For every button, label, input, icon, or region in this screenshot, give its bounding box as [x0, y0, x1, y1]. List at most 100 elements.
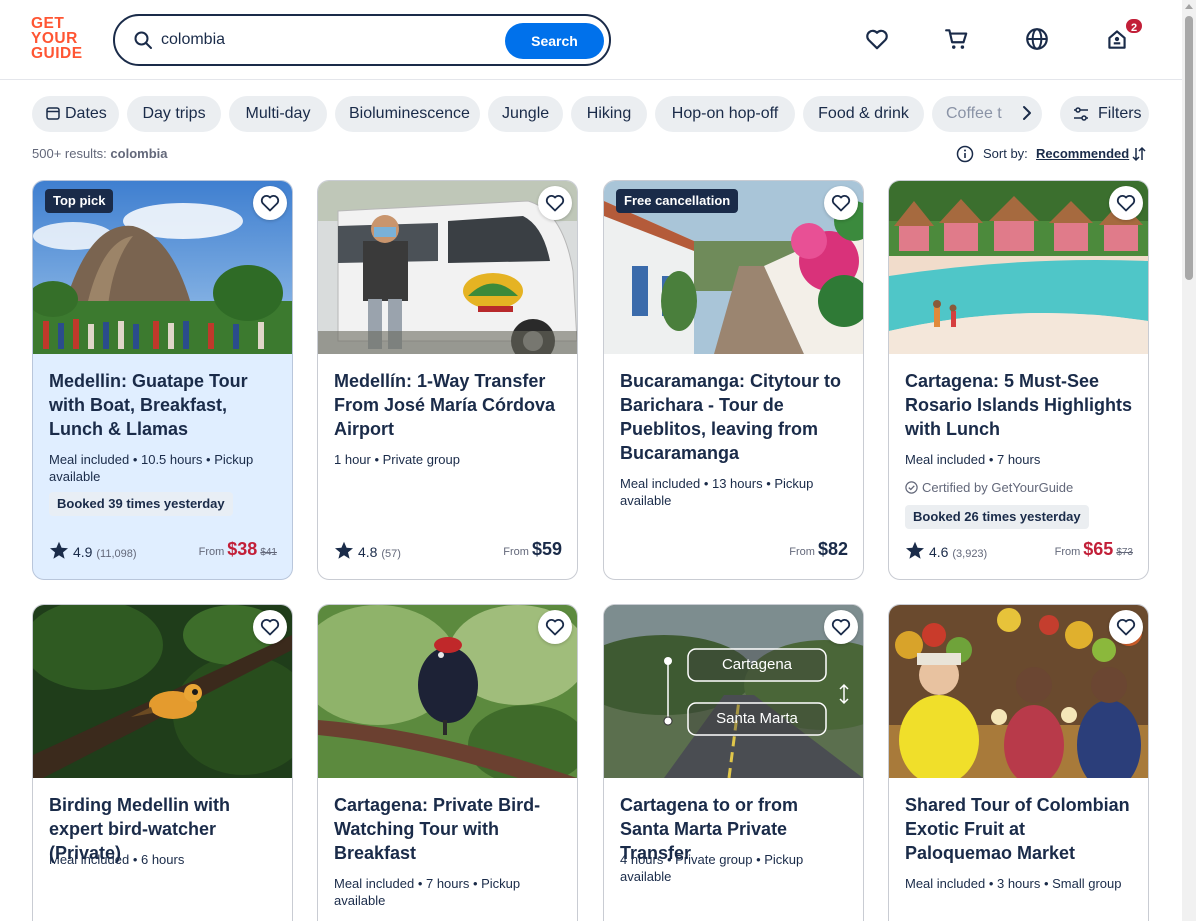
price: From $59 — [503, 539, 562, 560]
wishlist-button[interactable] — [253, 186, 287, 220]
price-amount: $82 — [817, 539, 848, 559]
site-header: GET YOUR GUIDE Search 2 — [0, 0, 1182, 80]
chevron-right-icon[interactable] — [1018, 104, 1036, 122]
sort-arrows-icon[interactable] — [1131, 146, 1147, 162]
heart-icon — [545, 619, 565, 636]
review-count: (11,098) — [96, 548, 137, 560]
scrollbar-thumb[interactable] — [1185, 16, 1193, 280]
price-from-label: From — [1054, 546, 1081, 558]
chip-dates[interactable]: Dates — [32, 96, 119, 132]
wishlist-button[interactable] — [253, 610, 287, 644]
search-icon — [134, 31, 152, 49]
certified-label: Certified by GetYourGuide — [905, 480, 1073, 495]
old-price: $41 — [260, 547, 277, 558]
booked-yesterday-badge: Booked 26 times yesterday — [905, 505, 1089, 529]
activity-card[interactable]: Top pick Medellin: Guatape Tour with Boa… — [32, 180, 293, 580]
activity-title[interactable]: Medellín: 1-Way Transfer From José María… — [334, 369, 566, 441]
sort-control[interactable]: Sort by: Recommended — [956, 144, 1150, 164]
heart-icon — [831, 619, 851, 636]
activity-card[interactable]: Birding Medellin with expert bird-watche… — [32, 604, 293, 921]
wishlist-button[interactable] — [538, 610, 572, 644]
activity-card[interactable]: Shared Tour of Colombian Exotic Fruit at… — [888, 604, 1149, 921]
heart-icon — [545, 195, 565, 212]
info-icon[interactable] — [956, 145, 974, 163]
chip-day-trips[interactable]: Day trips — [127, 96, 221, 132]
filters-button[interactable]: Filters — [1060, 96, 1149, 132]
certified-text: Certified by GetYourGuide — [922, 480, 1074, 495]
logo-line-2: YOUR — [31, 30, 78, 47]
heart-icon — [1116, 619, 1136, 636]
activity-card[interactable]: Cartagena: Private Bird-Watching Tour wi… — [317, 604, 578, 921]
star-icon — [335, 541, 353, 559]
activity-card[interactable]: Cartagena Santa Marta Cartagena to or fr… — [603, 604, 864, 921]
chip-food-drink[interactable]: Food & drink — [803, 96, 924, 132]
price: From $82 — [789, 539, 848, 560]
activity-title[interactable]: Cartagena: 5 Must-See Rosario Islands Hi… — [905, 369, 1137, 441]
wishlist-button[interactable] — [824, 186, 858, 220]
chip-bioluminescence[interactable]: Bioluminescence — [335, 96, 480, 132]
wishlist-button[interactable] — [1109, 186, 1143, 220]
price-amount: $38 — [227, 539, 258, 559]
page-scrollbar[interactable] — [1182, 0, 1196, 921]
activity-details: Meal included • 7 hours — [905, 452, 1041, 467]
chip-hop-on-hop-off[interactable]: Hop-on hop-off — [655, 96, 795, 132]
review-count: (57) — [381, 548, 401, 560]
rating-value: 4.8 — [358, 544, 378, 560]
cart-icon[interactable] — [944, 26, 970, 52]
heart-icon — [831, 195, 851, 212]
activity-card[interactable]: Medellín: 1-Way Transfer From José María… — [317, 180, 578, 580]
activity-title[interactable]: Bucaramanga: Citytour to Barichara - Tou… — [620, 369, 852, 465]
chip-jungle[interactable]: Jungle — [488, 96, 563, 132]
activity-details: Meal included • 3 hours • Small group — [905, 876, 1122, 891]
results-query: colombia — [110, 146, 168, 161]
chip-label: Dates — [65, 105, 107, 122]
calendar-icon — [46, 107, 60, 120]
search-input[interactable] — [161, 26, 501, 54]
route-destination-label: Santa Marta — [716, 710, 798, 727]
notification-badge: 2 — [1124, 17, 1144, 35]
star-icon — [906, 541, 924, 559]
price: From $65 $73 — [1055, 539, 1133, 560]
top-pick-tag: Top pick — [45, 189, 114, 213]
activity-details: Meal included • 6 hours — [49, 852, 185, 867]
old-price: $73 — [1116, 547, 1133, 558]
activity-details: Meal included • 7 hours • Pickup availab… — [334, 876, 521, 908]
wishlist-button[interactable] — [824, 610, 858, 644]
price-from-label: From — [789, 546, 815, 558]
activity-card[interactable]: Free cancellation Bucaramanga: Citytour … — [603, 180, 864, 580]
sort-label: Sort by: — [983, 146, 1028, 161]
activity-title[interactable]: Medellin: Guatape Tour with Boat, Breakf… — [49, 369, 281, 441]
getyourguide-logo[interactable]: GET YOUR GUIDE — [31, 15, 91, 62]
rating-value: 4.9 — [73, 544, 93, 560]
heart-icon — [260, 619, 280, 636]
chip-hiking[interactable]: Hiking — [571, 96, 647, 132]
search-bar: Search — [113, 14, 611, 66]
price: From $38 $41 — [199, 539, 277, 560]
chip-multi-day[interactable]: Multi-day — [229, 96, 327, 132]
results-count: 500+ results: colombia — [32, 146, 168, 161]
activity-title[interactable]: Cartagena: Private Bird-Watching Tour wi… — [334, 793, 566, 865]
activity-details: 1 hour • Private group — [334, 452, 460, 467]
activity-details: Meal included • 10.5 hours • Pickup avai… — [49, 452, 254, 484]
sort-value[interactable]: Recommended — [1036, 146, 1129, 161]
logo-line-1: GET — [31, 15, 65, 32]
wishlist-heart-icon[interactable] — [864, 26, 890, 52]
wishlist-button[interactable] — [1109, 610, 1143, 644]
star-icon — [50, 541, 68, 559]
booked-yesterday-badge: Booked 39 times yesterday — [49, 492, 233, 516]
scroll-up-arrow[interactable] — [1185, 4, 1193, 9]
results-count-text: 500+ results: — [32, 146, 107, 161]
activity-title[interactable]: Shared Tour of Colombian Exotic Fruit at… — [905, 793, 1137, 865]
rating: 4.9 (11,098) — [49, 541, 137, 560]
search-button[interactable]: Search — [505, 23, 604, 59]
filters-label: Filters — [1098, 105, 1142, 122]
globe-icon[interactable] — [1024, 26, 1050, 52]
verified-check-icon — [905, 481, 918, 494]
rating-value: 4.6 — [929, 544, 949, 560]
activity-details: Meal included • 13 hours • Pickup availa… — [620, 476, 814, 508]
category-chip-bar: Dates Day trips Multi-day Bioluminescenc… — [32, 96, 1042, 132]
sliders-icon — [1074, 107, 1088, 121]
route-origin-label: Cartagena — [721, 656, 793, 673]
wishlist-button[interactable] — [538, 186, 572, 220]
activity-card[interactable]: Cartagena: 5 Must-See Rosario Islands Hi… — [888, 180, 1149, 580]
